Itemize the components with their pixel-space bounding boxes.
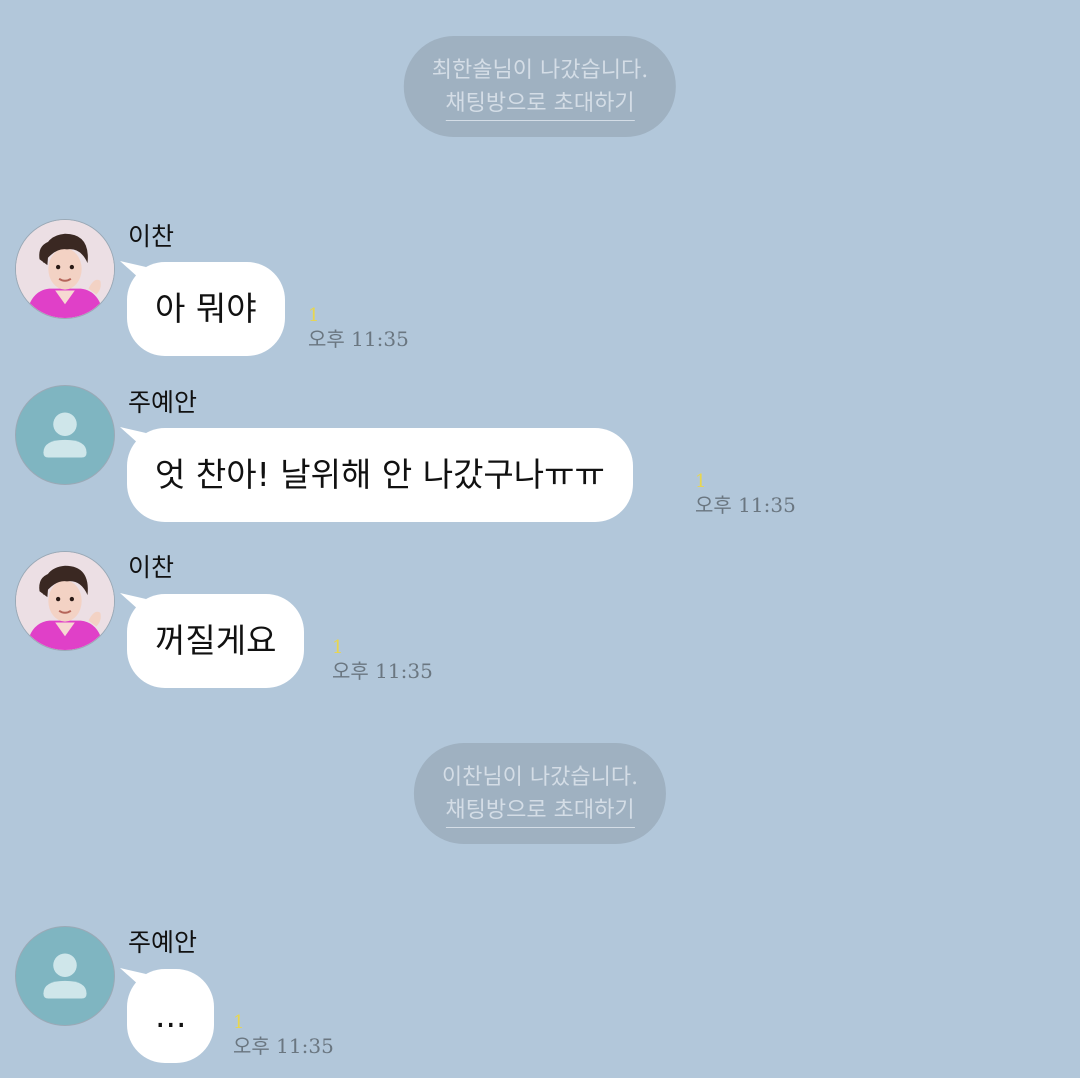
unread-count: 1 — [695, 471, 707, 492]
message-meta: 1 오후 11:35 — [332, 638, 433, 684]
message-meta: 1 오후 11:35 — [233, 1013, 334, 1059]
sender-name: 이찬 — [128, 553, 175, 582]
bubble-tail — [120, 593, 146, 611]
profile-avatar[interactable] — [15, 219, 115, 319]
system-notice: 이찬님이 나갔습니다. 채팅방으로 초대하기 — [413, 743, 667, 844]
message-bubble[interactable]: 아 뭐야 — [120, 261, 285, 356]
profile-avatar[interactable] — [15, 926, 115, 1026]
message-text: 꺼질게요 — [155, 621, 277, 660]
message-meta: 1 오후 11:35 — [695, 472, 796, 518]
message-time: 오후 11:35 — [308, 327, 409, 351]
invite-to-chat-link[interactable]: 채팅방으로 초대하기 — [445, 88, 635, 121]
unread-count: 1 — [332, 637, 344, 658]
message-text: 엇 찬아! 날위해 안 나갔구나ㅠㅠ — [155, 455, 605, 494]
invite-to-chat-link[interactable]: 채팅방으로 초대하기 — [445, 795, 635, 828]
bubble-tail — [120, 261, 146, 279]
sender-name: 주예안 — [128, 928, 198, 957]
message-bubble[interactable]: 엇 찬아! 날위해 안 나갔구나ㅠㅠ — [120, 427, 633, 522]
message-bubble[interactable]: ... — [120, 968, 215, 1063]
profile-photo — [16, 552, 114, 650]
unread-count: 1 — [233, 1012, 245, 1033]
default-profile-icon — [43, 953, 87, 999]
message-meta: 1 오후 11:35 — [308, 306, 409, 352]
notice-text: 최한솔님이 나갔습니다. — [431, 58, 649, 83]
profile-photo — [16, 220, 114, 318]
default-profile-icon — [43, 412, 87, 458]
profile-avatar[interactable] — [15, 551, 115, 651]
message-text: ... — [155, 996, 187, 1035]
system-notice: 최한솔님이 나갔습니다. 채팅방으로 초대하기 — [403, 36, 677, 137]
bubble-tail — [120, 427, 146, 445]
sender-name: 주예안 — [128, 388, 198, 417]
bubble-tail — [120, 968, 146, 986]
sender-name: 이찬 — [128, 222, 175, 251]
message-time: 오후 11:35 — [233, 1034, 334, 1058]
profile-avatar[interactable] — [15, 385, 115, 485]
message-text: 아 뭐야 — [155, 289, 257, 328]
message-time: 오후 11:35 — [695, 493, 796, 517]
message-bubble[interactable]: 꺼질게요 — [120, 593, 305, 688]
message-time: 오후 11:35 — [332, 659, 433, 683]
notice-text: 이찬님이 나갔습니다. — [441, 765, 639, 790]
unread-count: 1 — [308, 305, 320, 326]
